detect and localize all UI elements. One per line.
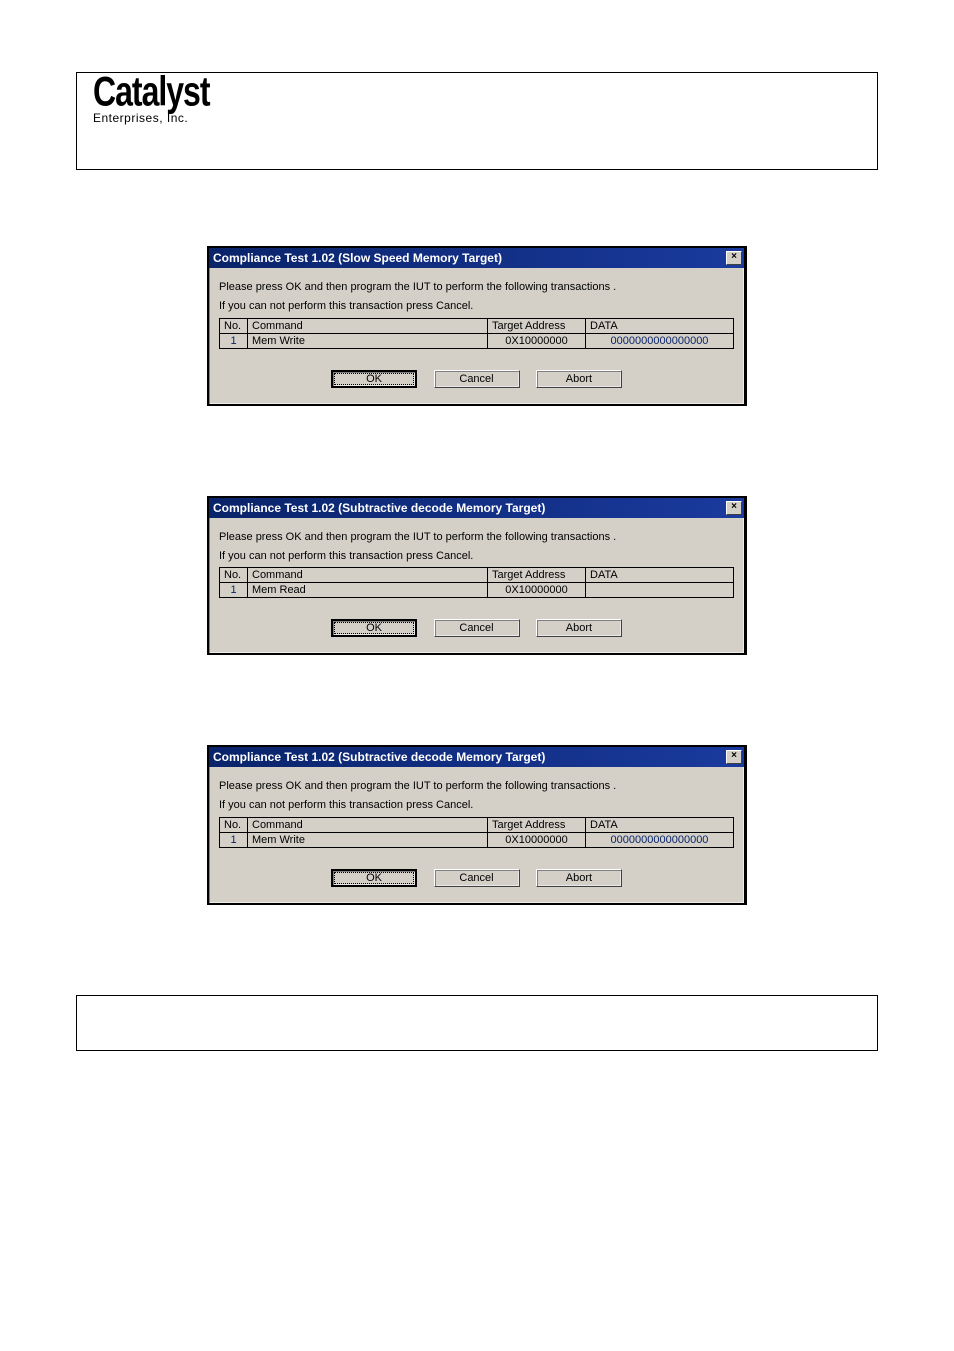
cell-command: Mem Write xyxy=(248,333,488,348)
instruction-line-1: Please press OK and then program the IUT… xyxy=(219,530,734,545)
instruction-line-1: Please press OK and then program the IUT… xyxy=(219,280,734,295)
col-header-command: Command xyxy=(248,318,488,333)
cell-no: 1 xyxy=(220,833,248,848)
instruction-line-2: If you can not perform this transaction … xyxy=(219,798,734,813)
cell-no: 1 xyxy=(220,333,248,348)
cancel-button[interactable]: Cancel xyxy=(434,619,520,637)
abort-button[interactable]: Abort xyxy=(536,370,622,388)
ok-button[interactable]: OK xyxy=(331,869,417,887)
instruction-line-2: If you can not perform this transaction … xyxy=(219,299,734,314)
close-icon[interactable]: × xyxy=(726,251,742,265)
abort-button[interactable]: Abort xyxy=(536,619,622,637)
instruction-line-1: Please press OK and then program the IUT… xyxy=(219,779,734,794)
transactions-table: No. Command Target Address DATA 1 Mem Wr… xyxy=(219,817,734,848)
page-header-frame: Catalyst Enterprises, Inc. xyxy=(76,72,878,170)
page-footer-frame xyxy=(76,995,878,1051)
cell-data xyxy=(586,583,734,598)
dialog-body: Please press OK and then program the IUT… xyxy=(209,767,744,903)
col-header-data: DATA xyxy=(586,318,734,333)
compliance-dialog: Compliance Test 1.02 (Subtractive decode… xyxy=(207,496,747,656)
col-header-no: No. xyxy=(220,818,248,833)
document-page: Catalyst Enterprises, Inc. Compliance Te… xyxy=(0,72,954,1051)
col-header-target: Target Address xyxy=(488,568,586,583)
compliance-dialog: Compliance Test 1.02 (Subtractive decode… xyxy=(207,745,747,905)
button-row: OK Cancel Abort xyxy=(219,598,734,643)
transactions-table: No. Command Target Address DATA 1 Mem Wr… xyxy=(219,318,734,349)
cell-command: Mem Read xyxy=(248,583,488,598)
cell-command: Mem Write xyxy=(248,833,488,848)
window-titlebar: Compliance Test 1.02 (Slow Speed Memory … xyxy=(209,248,744,268)
window-title: Compliance Test 1.02 (Subtractive decode… xyxy=(213,501,545,515)
col-header-target: Target Address xyxy=(488,318,586,333)
compliance-dialog: Compliance Test 1.02 (Slow Speed Memory … xyxy=(207,246,747,406)
dialog-body: Please press OK and then program the IUT… xyxy=(209,518,744,654)
table-row: 1 Mem Write 0X10000000 0000000000000000 xyxy=(220,833,734,848)
table-header-row: No. Command Target Address DATA xyxy=(220,318,734,333)
dialog-container: Compliance Test 1.02 (Subtractive decode… xyxy=(207,496,747,656)
table-header-row: No. Command Target Address DATA xyxy=(220,568,734,583)
instruction-line-2: If you can not perform this transaction … xyxy=(219,549,734,564)
cell-target: 0X10000000 xyxy=(488,833,586,848)
ok-button[interactable]: OK xyxy=(331,370,417,388)
window-title: Compliance Test 1.02 (Subtractive decode… xyxy=(213,750,545,764)
brand-name: Catalyst xyxy=(93,70,210,112)
table-header-row: No. Command Target Address DATA xyxy=(220,818,734,833)
window-titlebar: Compliance Test 1.02 (Subtractive decode… xyxy=(209,747,744,767)
col-header-command: Command xyxy=(248,568,488,583)
window-title: Compliance Test 1.02 (Slow Speed Memory … xyxy=(213,251,502,265)
dialog-container: Compliance Test 1.02 (Slow Speed Memory … xyxy=(207,246,747,406)
cell-data: 0000000000000000 xyxy=(586,333,734,348)
table-row: 1 Mem Read 0X10000000 xyxy=(220,583,734,598)
col-header-target: Target Address xyxy=(488,818,586,833)
col-header-no: No. xyxy=(220,318,248,333)
ok-button[interactable]: OK xyxy=(331,619,417,637)
transactions-table: No. Command Target Address DATA 1 Mem Re… xyxy=(219,567,734,598)
cell-no: 1 xyxy=(220,583,248,598)
button-row: OK Cancel Abort xyxy=(219,848,734,893)
col-header-data: DATA xyxy=(586,818,734,833)
dialog-body: Please press OK and then program the IUT… xyxy=(209,268,744,404)
cancel-button[interactable]: Cancel xyxy=(434,869,520,887)
col-header-command: Command xyxy=(248,818,488,833)
button-row: OK Cancel Abort xyxy=(219,349,734,394)
cell-target: 0X10000000 xyxy=(488,333,586,348)
col-header-no: No. xyxy=(220,568,248,583)
abort-button[interactable]: Abort xyxy=(536,869,622,887)
close-icon[interactable]: × xyxy=(726,501,742,515)
brand-logo: Catalyst Enterprises, Inc. xyxy=(93,75,210,125)
cancel-button[interactable]: Cancel xyxy=(434,370,520,388)
dialog-container: Compliance Test 1.02 (Subtractive decode… xyxy=(207,745,747,905)
window-titlebar: Compliance Test 1.02 (Subtractive decode… xyxy=(209,498,744,518)
dialog-stack: Compliance Test 1.02 (Slow Speed Memory … xyxy=(0,176,954,905)
close-icon[interactable]: × xyxy=(726,750,742,764)
col-header-data: DATA xyxy=(586,568,734,583)
table-row: 1 Mem Write 0X10000000 0000000000000000 xyxy=(220,333,734,348)
cell-target: 0X10000000 xyxy=(488,583,586,598)
cell-data: 0000000000000000 xyxy=(586,833,734,848)
